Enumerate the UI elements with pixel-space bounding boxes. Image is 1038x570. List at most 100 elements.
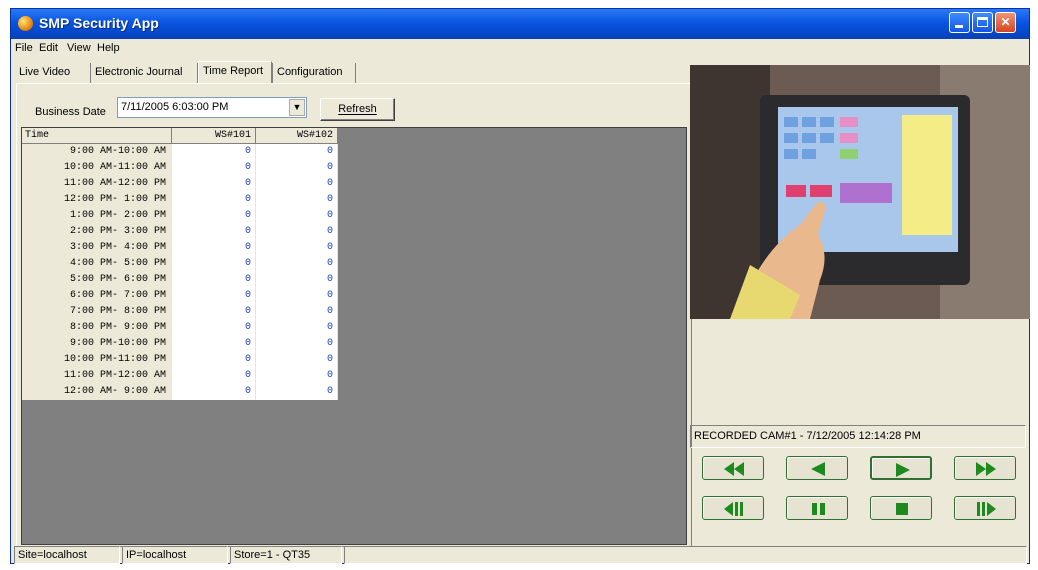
- time-cell: 10:00 AM-11:00 AM: [22, 160, 172, 176]
- time-cell: 9:00 PM-10:00 PM: [22, 336, 172, 352]
- play-icon: [896, 463, 910, 477]
- video-status-text: RECORDED CAM#1 - 7/12/2005 12:14:28 PM: [690, 425, 1026, 448]
- ws101-cell: 0: [172, 368, 256, 384]
- step-forward-button[interactable]: [954, 496, 1016, 520]
- ws101-cell: 0: [172, 192, 256, 208]
- time-cell: 1:00 PM- 2:00 PM: [22, 208, 172, 224]
- time-cell: 3:00 PM- 4:00 PM: [22, 240, 172, 256]
- ws102-cell: 0: [256, 256, 338, 272]
- ws101-cell: 0: [172, 288, 256, 304]
- menu-view[interactable]: View: [67, 42, 91, 54]
- menu-bar: File Edit View Help: [11, 39, 1029, 59]
- status-bar: Site=localhost IP=localhost Store=1 - QT…: [11, 544, 1029, 564]
- pause-icon: [812, 503, 825, 515]
- time-report-grid[interactable]: Time WS#101 WS#102 9:00 AM-10:00 AM 0 0 …: [21, 127, 687, 545]
- fast-forward-icon: [976, 462, 996, 476]
- menu-file[interactable]: File: [15, 42, 33, 54]
- video-frame-image: [690, 65, 1030, 319]
- ws101-cell: 0: [172, 304, 256, 320]
- minimize-icon: [955, 25, 963, 28]
- play-button[interactable]: [870, 456, 932, 480]
- video-feed[interactable]: [690, 65, 1030, 319]
- ws101-cell: 0: [172, 240, 256, 256]
- refresh-button[interactable]: Refresh: [320, 98, 395, 121]
- ws102-cell: 0: [256, 352, 338, 368]
- stop-icon: [896, 503, 908, 515]
- window-title: SMP Security App: [39, 15, 159, 31]
- menu-edit[interactable]: Edit: [39, 42, 58, 54]
- time-cell: 12:00 AM- 9:00 AM: [22, 384, 172, 400]
- time-cell: 7:00 PM- 8:00 PM: [22, 304, 172, 320]
- ws102-cell: 0: [256, 288, 338, 304]
- tab-strip: Live Video Electronic Journal Time Repor…: [15, 61, 695, 83]
- ws102-cell: 0: [256, 384, 338, 400]
- ws102-cell: 0: [256, 160, 338, 176]
- rewind-icon: [811, 462, 825, 476]
- pause-button[interactable]: [786, 496, 848, 520]
- tab-live-video[interactable]: Live Video: [15, 63, 91, 83]
- maximize-icon: [977, 17, 988, 27]
- app-window: SMP Security App ✕ File Edit View Help L…: [10, 8, 1030, 564]
- chevron-down-icon[interactable]: ▼: [289, 99, 305, 116]
- menu-help[interactable]: Help: [97, 42, 120, 54]
- stop-button[interactable]: [870, 496, 932, 520]
- step-forward-icon: [977, 502, 996, 516]
- ws102-cell: 0: [256, 304, 338, 320]
- time-cell: 8:00 PM- 9:00 PM: [22, 320, 172, 336]
- close-icon: ✕: [1000, 15, 1011, 29]
- ws102-cell: 0: [256, 144, 338, 160]
- ws102-cell: 0: [256, 272, 338, 288]
- ws101-cell: 0: [172, 176, 256, 192]
- time-cell: 9:00 AM-10:00 AM: [22, 144, 172, 160]
- step-back-icon: [724, 502, 743, 516]
- ws101-cell: 0: [172, 384, 256, 400]
- time-cell: 6:00 PM- 7:00 PM: [22, 288, 172, 304]
- ws102-cell: 0: [256, 208, 338, 224]
- ws101-cell: 0: [172, 320, 256, 336]
- time-cell: 11:00 PM-12:00 AM: [22, 368, 172, 384]
- ws102-cell: 0: [256, 320, 338, 336]
- status-ip: IP=localhost: [122, 546, 228, 564]
- ws101-cell: 0: [172, 160, 256, 176]
- ws102-cell: 0: [256, 368, 338, 384]
- ws102-cell: 0: [256, 224, 338, 240]
- time-cell: 2:00 PM- 3:00 PM: [22, 224, 172, 240]
- step-back-button[interactable]: [702, 496, 764, 520]
- column-header-ws101[interactable]: WS#101: [172, 128, 256, 144]
- ws101-cell: 0: [172, 208, 256, 224]
- ws102-cell: 0: [256, 176, 338, 192]
- tab-electronic-journal[interactable]: Electronic Journal: [91, 63, 198, 83]
- ws101-cell: 0: [172, 352, 256, 368]
- close-button[interactable]: ✕: [995, 12, 1016, 33]
- time-cell: 10:00 PM-11:00 PM: [22, 352, 172, 368]
- ws101-cell: 0: [172, 336, 256, 352]
- maximize-button[interactable]: [972, 12, 993, 33]
- ws102-cell: 0: [256, 240, 338, 256]
- app-icon: [18, 16, 33, 31]
- rewind-button[interactable]: [786, 456, 848, 480]
- ws102-cell: 0: [256, 336, 338, 352]
- time-cell: 4:00 PM- 5:00 PM: [22, 256, 172, 272]
- ws101-cell: 0: [172, 256, 256, 272]
- time-cell: 5:00 PM- 6:00 PM: [22, 272, 172, 288]
- tab-time-report[interactable]: Time Report: [198, 61, 272, 83]
- status-empty-panel: [344, 546, 1027, 564]
- ws101-cell: 0: [172, 272, 256, 288]
- fast-rewind-icon: [724, 462, 744, 476]
- business-date-value: 7/11/2005 6:03:00 PM: [121, 101, 229, 113]
- ws101-cell: 0: [172, 224, 256, 240]
- column-header-time[interactable]: Time: [22, 128, 172, 144]
- column-header-ws102[interactable]: WS#102: [256, 128, 338, 144]
- status-site: Site=localhost: [14, 546, 120, 564]
- tab-configuration[interactable]: Configuration: [272, 63, 356, 83]
- ws101-cell: 0: [172, 144, 256, 160]
- fast-forward-button[interactable]: [954, 456, 1016, 480]
- time-cell: 11:00 AM-12:00 PM: [22, 176, 172, 192]
- minimize-button[interactable]: [949, 12, 970, 33]
- time-cell: 12:00 PM- 1:00 PM: [22, 192, 172, 208]
- status-store: Store=1 - QT35: [230, 546, 342, 564]
- rewind-fast-button[interactable]: [702, 456, 764, 480]
- business-date-select[interactable]: 7/11/2005 6:03:00 PM ▼: [117, 97, 307, 118]
- title-bar[interactable]: SMP Security App ✕: [11, 9, 1029, 39]
- business-date-label: Business Date: [35, 106, 106, 118]
